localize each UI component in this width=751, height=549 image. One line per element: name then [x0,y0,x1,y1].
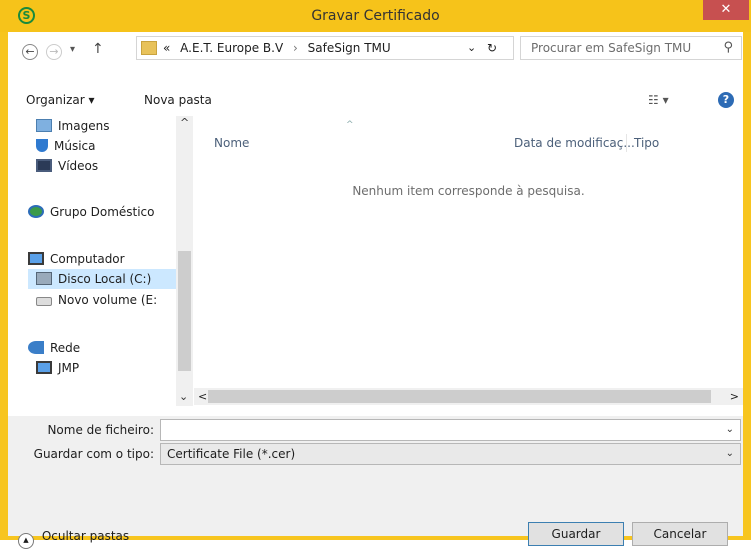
computer-icon [28,252,44,265]
horizontal-scrollbar[interactable]: < > [194,388,743,405]
hide-folders-label: Ocultar pastas [41,529,130,543]
cancel-button[interactable]: Cancelar [632,522,728,546]
view-options-icon[interactable]: ☷ ▾ [648,84,669,116]
pictures-icon [36,119,52,132]
scrollbar-thumb[interactable] [178,251,191,371]
sidebar-item-label: Disco Local (C:) [58,272,152,286]
collapse-icon: ▲ [18,533,34,549]
network-icon [28,341,44,354]
scroll-left-icon[interactable]: < [198,388,207,405]
sort-indicator-icon: ^ [346,120,354,130]
save-button[interactable]: Guardar [528,522,624,546]
command-toolbar: Organizar ▾ Nova pasta ☷ ▾ ? [8,84,743,116]
sidebar-item-label: Vídeos [58,159,99,173]
title-bar: S Gravar Certificado ✕ [0,0,751,32]
empty-state-message: Nenhum item corresponde à pesquisa. [352,184,585,198]
sidebar-item-rede[interactable]: Rede [28,338,80,358]
sidebar-item-musica[interactable]: Música [36,136,96,156]
breadcrumb-separator-icon[interactable]: › [293,41,298,55]
sidebar-item-computador[interactable]: Computador [28,249,125,269]
column-header-name[interactable]: Nome [214,136,249,150]
sidebar-item-label: Rede [50,341,81,355]
search-icon[interactable]: ⚲ [723,37,733,59]
sidebar-item-grupo-domestico[interactable]: Grupo Doméstico [28,202,155,222]
filetype-select[interactable]: Certificate File (*.cer) ⌄ [160,443,741,465]
forward-icon[interactable]: → [46,44,62,60]
chevron-down-icon[interactable]: ⌄ [726,444,734,464]
file-list-pane: ^ Nome Data de modificaç... Tipo Nenhum … [194,116,743,406]
drive-icon [36,297,52,306]
hide-folders-toggle[interactable]: ▲ Ocultar pastas [18,528,129,549]
back-icon[interactable]: ← [22,44,38,60]
address-dropdown-icon[interactable]: ⌄ [467,37,476,59]
sidebar-item-label: Música [54,139,96,153]
sidebar-item-imagens[interactable]: Imagens [36,116,109,136]
videos-icon [36,159,52,172]
navigation-pane: Imagens Música Vídeos Grupo Doméstico Co… [8,116,194,406]
scroll-down-icon[interactable]: ⌄ [179,390,188,403]
up-icon[interactable]: ↑ [92,41,104,57]
sidebar-item-label: Novo volume (E: [58,293,158,307]
address-bar-row: ← → ▾ ↑ « A.E.T. Europe B.V › SafeSign T… [8,32,743,84]
filename-label: Nome de ficheiro: [47,423,154,437]
sidebar-item-jmp[interactable]: JMP [36,358,79,378]
column-divider[interactable] [626,134,627,152]
new-folder-button[interactable]: Nova pasta [144,84,212,116]
filetype-value: Certificate File (*.cer) [167,447,296,461]
music-icon [36,139,48,152]
scrollbar-thumb[interactable] [208,390,711,403]
homegroup-icon [28,205,44,218]
recent-locations-icon[interactable]: ▾ [70,44,75,55]
search-input[interactable]: Procurar em SafeSign TMU ⚲ [520,36,742,60]
refresh-icon[interactable]: ↻ [487,37,497,59]
breadcrumb-item[interactable]: A.E.T. Europe B.V [180,41,283,55]
sidebar-scrollbar[interactable]: ^ ⌄ [176,116,193,406]
filetype-label: Guardar com o tipo: [33,447,154,461]
folder-icon [141,41,157,55]
sidebar-item-label: Computador [50,252,125,266]
path-prefix[interactable]: « [163,41,170,55]
sidebar-item-novo-volume[interactable]: Novo volume (E: [36,290,157,310]
dialog-window: S Gravar Certificado ✕ ← → ▾ ↑ « A.E.T. … [0,0,751,549]
column-header-date[interactable]: Data de modificaç... [514,136,635,150]
sidebar-item-label: Imagens [58,119,110,133]
dialog-client: ← → ▾ ↑ « A.E.T. Europe B.V › SafeSign T… [8,32,743,549]
organize-button[interactable]: Organizar ▾ [26,84,95,116]
close-button[interactable]: ✕ [703,0,749,20]
sidebar-item-label: Grupo Doméstico [50,205,155,219]
column-header-type[interactable]: Tipo [634,136,659,150]
sidebar-item-videos[interactable]: Vídeos [36,156,98,176]
chevron-down-icon[interactable]: ⌄ [726,420,734,440]
address-field[interactable]: « A.E.T. Europe B.V › SafeSign TMU ⌄ ↻ [136,36,514,60]
search-placeholder: Procurar em SafeSign TMU [531,41,692,55]
drive-icon [36,272,52,285]
scroll-right-icon[interactable]: > [730,388,739,405]
scroll-up-icon[interactable]: ^ [180,116,189,129]
save-options-area: Nome de ficheiro: ⌄ Guardar com o tipo: … [8,416,743,549]
window-title: Gravar Certificado [311,8,440,24]
computer-icon [36,361,52,374]
filename-field[interactable]: ⌄ [160,419,741,441]
sidebar-item-disco-local[interactable]: Disco Local (C:) [28,269,176,289]
help-icon[interactable]: ? [718,92,734,108]
breadcrumb-item[interactable]: SafeSign TMU [308,41,391,55]
sidebar-item-label: JMP [58,361,80,375]
